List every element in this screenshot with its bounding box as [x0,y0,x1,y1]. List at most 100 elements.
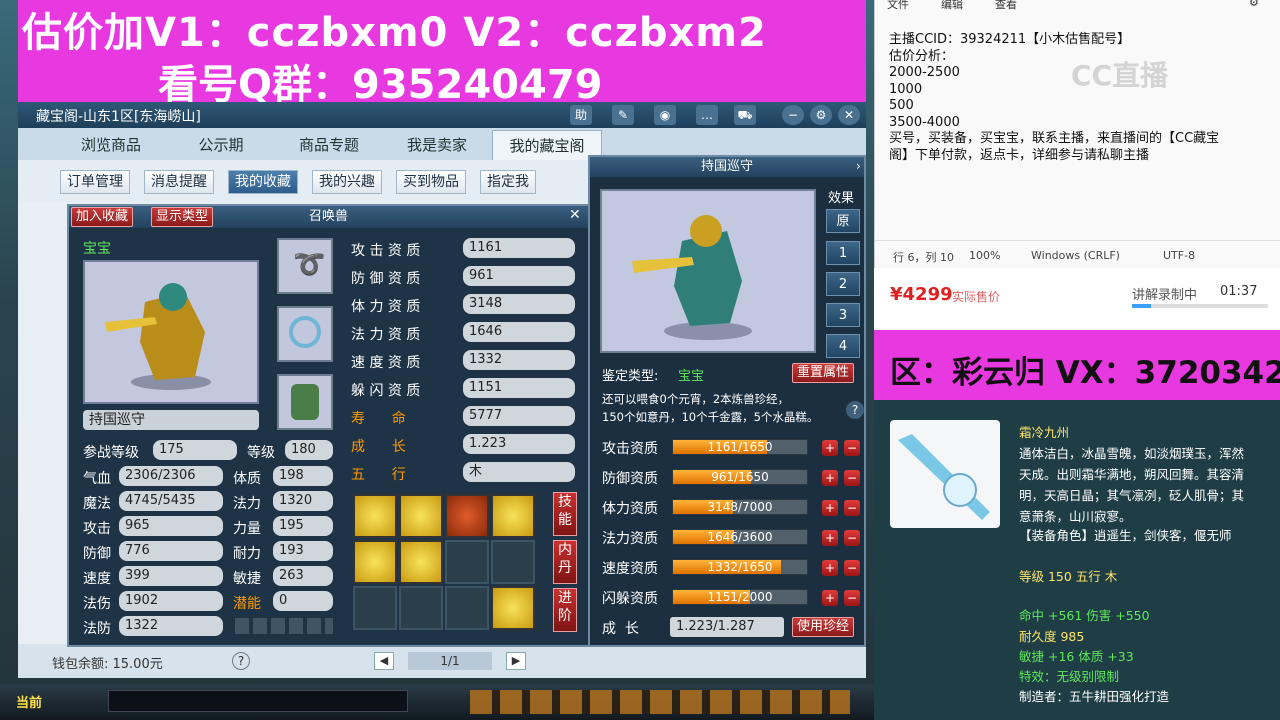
tab-advance[interactable]: 进阶 [553,588,577,632]
page-indicator: 1/1 [408,652,492,670]
next-page-button[interactable]: ▶ [506,652,526,670]
minus-button[interactable]: − [844,560,860,576]
zoom-level: 100% [969,249,1001,262]
item-stat-line: 命中 +561 伤害 +550 [1019,608,1150,623]
menu-file[interactable]: 文件 [887,0,909,12]
summon-dialog-title: 召唤兽 [69,206,588,228]
plus-button[interactable]: + [822,500,838,516]
subtab-messages[interactable]: 消息提醒 [144,170,214,194]
show-type-button[interactable]: 显示类型 [151,207,214,227]
record-icon[interactable]: ◉ [654,105,676,125]
price-strip: ¥4299 实际售价 讲解录制中 01:37 [874,268,1280,330]
use-scripture-button[interactable]: 使用珍经 [792,617,855,637]
close-icon[interactable]: ✕ [569,207,581,223]
help-icon[interactable]: ? [232,652,250,670]
aptitude-bar: 1161/1650 [672,439,808,455]
gear-icon[interactable]: ⚙ [810,105,832,125]
minimize-icon[interactable]: − [782,105,804,125]
text-line: 估价分析： [889,48,955,64]
prev-page-button[interactable]: ◀ [374,652,394,670]
skill-slot-5[interactable] [353,540,397,584]
stat-mana-value: 1320 [273,491,333,511]
equip-slot-1[interactable]: ➰ [277,238,333,294]
close-icon[interactable]: ✕ [838,105,860,125]
close-icon[interactable]: › [856,159,861,173]
skill-slot-empty[interactable] [445,586,489,630]
subtab-favorites[interactable]: 我的收藏 [228,170,298,194]
plus-button[interactable]: + [822,560,838,576]
tab-public[interactable]: 公示期 [168,130,274,160]
subtab-interests[interactable]: 我的兴趣 [312,170,382,194]
tab-skills[interactable]: 技能 [553,492,577,536]
subtab-assigned[interactable]: 指定我 [480,170,536,194]
help-icon[interactable]: ? [846,401,864,419]
chat-input[interactable] [108,690,408,712]
item-tooltip: 霜冷九州 通体洁白，冰晶雪魄，如淡烟璞玉，浑然 天成。出则霜华满地，朔风回舞。其… [874,400,1280,720]
bar-label: 速度资质 [602,561,658,577]
plus-button[interactable]: + [822,530,838,546]
effect-3-button[interactable]: 3 [826,303,860,327]
sale-price: ¥4299 [890,284,953,305]
skill-slot-2[interactable] [399,494,443,538]
skill-slot-empty[interactable] [399,586,443,630]
add-favorite-button[interactable]: 加入收藏 [71,207,134,227]
effect-original-button[interactable]: 原 [826,209,860,233]
skill-slot-4[interactable] [491,494,535,538]
promo-line-1: 估价加V1：cczbxm0 V2：cczbxm2 [22,10,767,56]
tab-my-cbg[interactable]: 我的藏宝阁 [492,130,602,160]
bar-text: 961/1650 [711,470,769,484]
subtab-bought[interactable]: 买到物品 [396,170,466,194]
minus-button[interactable]: − [844,470,860,486]
effect-label: 效果 [828,191,855,206]
item-image [890,420,1000,528]
recording-progress [1132,304,1268,308]
stat-hp-label: 气血 [83,471,111,487]
plus-button[interactable]: + [822,440,838,456]
equip-slot-3[interactable] [277,374,333,430]
menu-view[interactable]: 查看 [995,0,1017,12]
stat-hp-value: 2306/2306 [119,466,223,486]
tab-topics[interactable]: 商品专题 [276,130,382,160]
reset-attributes-button[interactable]: 重置属性 [792,363,855,383]
skill-slot-1[interactable] [353,494,397,538]
menu-edit[interactable]: 编辑 [941,0,963,12]
minus-button[interactable]: − [844,500,860,516]
hotbar-icons[interactable] [470,690,850,714]
skill-slot-6[interactable] [399,540,443,584]
subtab-orders[interactable]: 订单管理 [60,170,130,194]
tab-inner-core[interactable]: 内丹 [553,540,577,584]
plus-button[interactable]: + [822,590,838,606]
plus-button[interactable]: + [822,470,838,486]
tab-browse[interactable]: 浏览商品 [58,130,164,160]
minus-button[interactable]: − [844,590,860,606]
skill-slot-7[interactable] [491,586,535,630]
bar-label: 体力资质 [602,501,658,517]
gear-icon[interactable]: ⚙ [1249,0,1259,9]
skill-slot-3[interactable] [445,494,489,538]
effect-1-button[interactable]: 1 [826,241,860,265]
minus-button[interactable]: − [844,530,860,546]
stat-con-label: 体质 [233,471,261,487]
effect-4-button[interactable]: 4 [826,334,860,358]
chat-icon[interactable]: … [696,105,718,125]
edit-icon[interactable]: ✎ [612,105,634,125]
current-channel-label[interactable]: 当前 [16,692,42,711]
skill-slot-empty[interactable] [491,540,535,584]
minus-button[interactable]: − [844,440,860,456]
notepad-text[interactable]: 主播CCID：39324211【小木估售配号】 估价分析： 2000-2500 … [889,32,1274,164]
item-level: 等级 150 五行 木 [1019,569,1118,584]
skill-slot-empty[interactable] [353,586,397,630]
skill-slot-empty[interactable] [445,540,489,584]
tab-seller[interactable]: 我是卖家 [384,130,490,160]
text-line: 1000 [889,81,923,97]
stat-str-label: 力量 [233,521,261,537]
equip-slot-2[interactable] [277,306,333,362]
recording-status: 讲解录制中 [1132,288,1198,303]
armor-icon [291,384,319,420]
footer-bar: 钱包余额: 15.00元 ? ◀ 1/1 ▶ [18,644,866,678]
text-line: 500 [889,98,914,113]
help-button[interactable]: 助 [570,105,592,125]
effect-2-button[interactable]: 2 [826,272,860,296]
cart-icon[interactable]: ⛟ [734,105,756,125]
stat-magic-dmg-label: 法伤 [83,596,111,612]
